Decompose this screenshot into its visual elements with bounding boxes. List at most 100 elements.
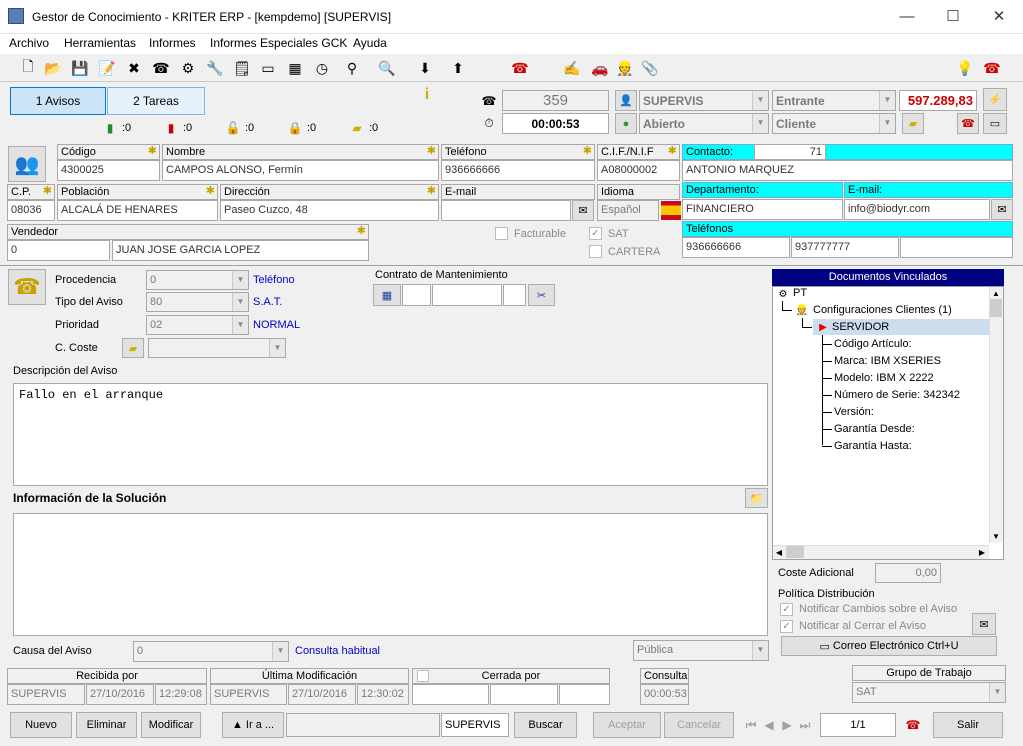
arrow-up-icon[interactable]: ⬆ <box>448 58 468 78</box>
tree-leaf[interactable]: Número de Serie: 342342 <box>834 389 960 401</box>
tree-leaf[interactable]: Marca: IBM XSERIES <box>834 355 941 367</box>
maximize-button[interactable]: ☐ <box>930 4 976 30</box>
cerrada-checkbox[interactable] <box>417 670 429 682</box>
cif-field[interactable]: A08000002 <box>597 160 680 181</box>
arrow-down-icon[interactable]: ⬇ <box>415 58 435 78</box>
cancelar-button[interactable]: Cancelar <box>664 712 734 738</box>
poblacion-field[interactable]: ALCALÁ DE HENARES <box>57 200 218 221</box>
aceptar-button[interactable]: Aceptar <box>593 712 661 738</box>
type-select[interactable]: Cliente ▼ <box>772 113 896 134</box>
calendar-icon[interactable]: ▦ <box>373 284 401 306</box>
correo-button[interactable]: ▭ Correo Electrónico Ctrl+U <box>781 636 997 656</box>
email-field[interactable] <box>441 200 571 221</box>
tree-item-servidor[interactable]: SERVIDOR <box>832 321 889 333</box>
menu-archivo[interactable]: Archivo <box>9 36 49 50</box>
prev-record-icon[interactable]: ◀ <box>762 716 776 734</box>
scroll-left-icon[interactable]: ◀ <box>773 546 785 558</box>
idioma-field[interactable]: Español <box>597 200 659 221</box>
salir-button[interactable]: Salir <box>933 712 1003 738</box>
tree-vscrollbar[interactable] <box>989 287 1003 543</box>
exit-red-icon[interactable]: ☎ <box>903 716 923 734</box>
minimize-button[interactable]: — <box>884 4 930 30</box>
lightning-icon[interactable]: ⚡ <box>983 88 1007 111</box>
lightbulb-icon[interactable]: 💡 <box>955 58 975 78</box>
causa-select[interactable]: 0 ▼ <box>133 641 289 662</box>
first-record-icon[interactable]: ⏮ <box>744 716 758 734</box>
nombre-field[interactable]: CAMPOS ALONSO, Fermín <box>162 160 439 181</box>
vendedor-code-field[interactable]: 0 <box>7 240 110 261</box>
form-button-icon[interactable]: ▭ <box>983 113 1007 134</box>
user-icon[interactable]: 👤 <box>615 90 637 111</box>
eliminar-button[interactable]: Eliminar <box>76 712 137 738</box>
contrato-field-3[interactable] <box>503 284 526 306</box>
contrato-field-2[interactable] <box>432 284 502 306</box>
vendedor-name-field[interactable]: JUAN JOSE GARCIA LOPEZ <box>112 240 369 261</box>
alarm-phone-icon[interactable]: ☎ <box>510 58 530 78</box>
menu-herramientas[interactable]: Herramientas <box>64 36 136 50</box>
tel1-field[interactable]: 936666666 <box>682 237 790 258</box>
open-folder-icon[interactable]: 📂 <box>43 58 63 78</box>
tel2-field[interactable]: 937777777 <box>791 237 899 258</box>
tree-hscroll-thumb[interactable] <box>786 546 804 558</box>
codigo-field[interactable]: 4300025 <box>57 160 160 181</box>
search-user-field[interactable]: SUPERVIS <box>441 713 509 737</box>
coste-note-icon[interactable]: ▰ <box>122 338 144 358</box>
menu-ayuda[interactable]: Ayuda <box>353 36 387 50</box>
contacto-field[interactable]: ANTONIO MARQUEZ <box>682 160 1013 181</box>
last-record-icon[interactable]: ⏭ <box>798 716 812 734</box>
tree-root[interactable]: PT <box>793 287 807 299</box>
state-select[interactable]: Abierto ▼ <box>639 113 769 134</box>
tab-avisos[interactable]: 1 Avisos <box>10 87 106 115</box>
modificar-button[interactable]: Modificar <box>141 712 201 738</box>
ira-button[interactable]: ▲ Ir a ... <box>222 712 284 738</box>
edit-icon[interactable]: 📝 <box>97 58 117 78</box>
goto-field[interactable] <box>286 713 440 737</box>
contacto-number[interactable]: 71 <box>754 144 826 160</box>
scroll-up-icon[interactable]: ▲ <box>990 287 1002 299</box>
procedencia-select[interactable]: 0 ▼ <box>146 270 249 290</box>
user-select[interactable]: SUPERVIS ▼ <box>639 90 769 111</box>
scroll-down-icon[interactable]: ▼ <box>990 530 1002 542</box>
preview-icon[interactable]: 🔍 <box>377 58 397 78</box>
menu-informes-especiales[interactable]: Informes Especiales GCK <box>210 36 347 50</box>
config-icon[interactable]: ⚙ <box>178 58 198 78</box>
tools-icon[interactable]: 🔧 <box>205 58 225 78</box>
scroll-right-icon[interactable]: ▶ <box>976 546 988 558</box>
binoculars-icon[interactable]: ⚲ <box>342 58 362 78</box>
tab-tareas[interactable]: 2 Tareas <box>107 87 205 115</box>
prioridad-select[interactable]: 02 ▼ <box>146 315 249 335</box>
coste-select[interactable]: ▼ <box>148 338 286 358</box>
menu-informes[interactable]: Informes <box>149 36 196 50</box>
close-button[interactable]: ✕ <box>976 4 1022 30</box>
note-icon[interactable]: 🗒 <box>232 58 252 78</box>
cartera-checkbox[interactable] <box>589 245 602 258</box>
nuevo-button[interactable]: Nuevo <box>10 712 72 738</box>
tree-node[interactable]: Configuraciones Clientes (1) <box>813 304 952 316</box>
solucion-textarea[interactable] <box>13 513 768 636</box>
descripcion-textarea[interactable]: Fallo en el arranque <box>13 383 768 486</box>
email-button-icon[interactable]: ✉ <box>572 200 594 221</box>
coste-adicional-field[interactable]: 0,00 <box>875 563 941 583</box>
direccion-field[interactable]: Paseo Cuzco, 48 <box>220 200 439 221</box>
tipo-select[interactable]: 80 ▼ <box>146 292 249 312</box>
mail-icon[interactable]: ✉ <box>972 613 996 635</box>
save-icon[interactable]: 💾 <box>70 58 90 78</box>
new-doc-icon[interactable]: 🗋 <box>18 58 38 78</box>
paperclip-icon[interactable]: 📎 <box>640 58 660 78</box>
contact-email-button-icon[interactable]: ✉ <box>991 199 1013 220</box>
tree-leaf[interactable]: Código Artículo: <box>834 338 912 350</box>
tree-hscrollbar[interactable] <box>773 545 989 559</box>
car-icon[interactable]: 🚗 <box>590 58 610 78</box>
clock-icon[interactable]: ◷ <box>312 58 332 78</box>
scissors-icon[interactable]: ✂ <box>528 284 555 306</box>
next-record-icon[interactable]: ▶ <box>780 716 794 734</box>
status-dot-icon[interactable]: ● <box>615 113 637 134</box>
contacts-icon[interactable]: 👥 <box>8 146 46 182</box>
tel3-field[interactable] <box>900 237 1013 258</box>
exit-phone-icon[interactable]: ☎ <box>982 58 1002 78</box>
contrato-field-1[interactable] <box>402 284 431 306</box>
phone-icon[interactable]: ☎ <box>151 58 171 78</box>
tree-leaf[interactable]: Modelo: IBM X 2222 <box>834 372 934 384</box>
cp-field[interactable]: 08036 <box>7 200 55 221</box>
note-button-icon[interactable]: ▰ <box>902 113 924 134</box>
